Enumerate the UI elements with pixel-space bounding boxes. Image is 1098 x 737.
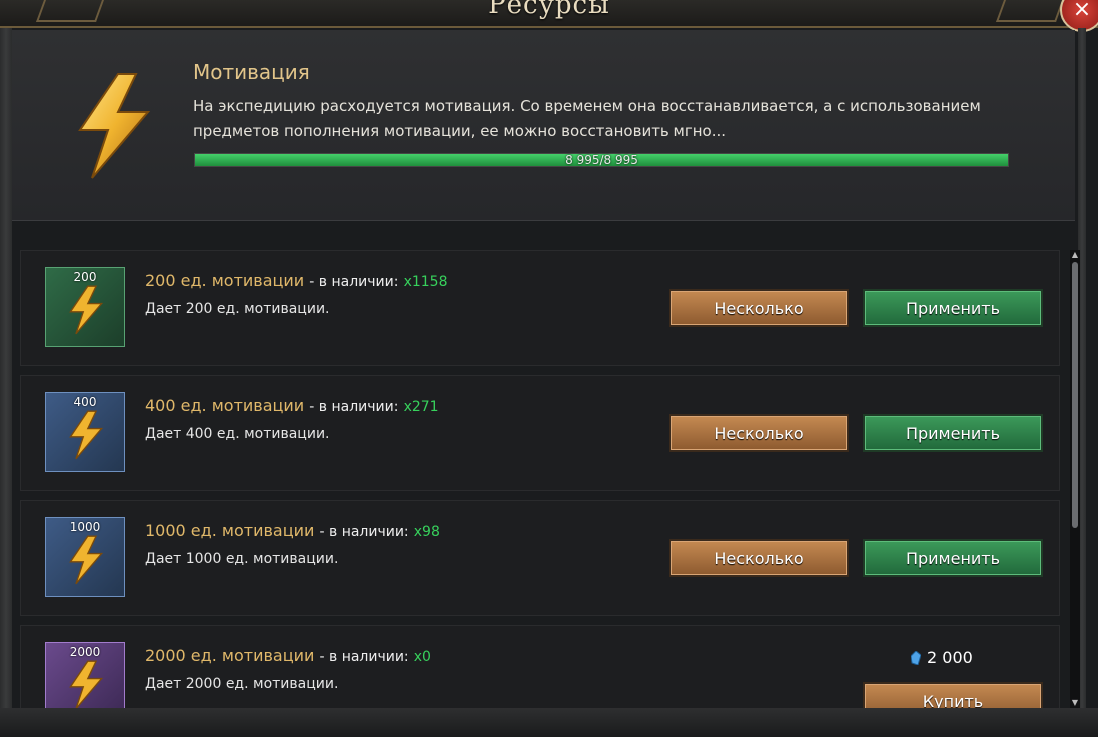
- available-label: - в наличии:: [309, 399, 399, 415]
- available-label: - в наличии:: [319, 649, 409, 665]
- item-name: 400 ед. мотивации: [145, 396, 305, 415]
- item-icon: 400: [45, 392, 125, 472]
- item-name: 2000 ед. мотивации: [145, 646, 315, 665]
- frame-left: [0, 28, 12, 737]
- list-item: 200 200 ед. мотивации - в наличии: x1158…: [20, 250, 1060, 366]
- apply-button[interactable]: Применить: [863, 414, 1043, 452]
- item-count: x1158: [403, 274, 448, 290]
- gem-icon: [911, 651, 921, 665]
- available-label: - в наличии:: [309, 274, 399, 290]
- price-value: 2 000: [927, 648, 973, 667]
- multiple-button[interactable]: Несколько: [669, 289, 849, 327]
- scroll-up-icon[interactable]: ▲: [1070, 250, 1080, 260]
- lightning-bolt-icon: [69, 535, 104, 585]
- apply-button[interactable]: Применить: [863, 289, 1043, 327]
- list-item: 2000 2000 ед. мотивации - в наличии: x0 …: [20, 625, 1060, 708]
- item-description: Дает 400 ед. мотивации.: [145, 426, 330, 442]
- item-description: Дает 2000 ед. мотивации.: [145, 676, 339, 692]
- list-item: 1000 1000 ед. мотивации - в наличии: x98…: [20, 500, 1060, 616]
- list-scrollbar[interactable]: ▲ ▼: [1070, 250, 1080, 708]
- item-name: 1000 ед. мотивации: [145, 521, 315, 540]
- multiple-button[interactable]: Несколько: [669, 414, 849, 452]
- lightning-bolt-icon: [69, 410, 104, 460]
- item-icon: 200: [45, 267, 125, 347]
- multiple-button[interactable]: Несколько: [669, 539, 849, 577]
- scroll-down-icon[interactable]: ▼: [1070, 698, 1080, 708]
- item-title: 2000 ед. мотивации - в наличии: x0: [145, 646, 431, 665]
- item-description: Дает 200 ед. мотивации.: [145, 301, 330, 317]
- window-titlebar: Ресурсы ×: [0, 0, 1098, 32]
- item-title: 1000 ед. мотивации - в наличии: x98: [145, 521, 440, 540]
- price-label: 2 000: [911, 648, 973, 667]
- item-description: Дает 1000 ед. мотивации.: [145, 551, 339, 567]
- list-item: 400 400 ед. мотивации - в наличии: x271 …: [20, 375, 1060, 491]
- item-count: x98: [413, 524, 440, 540]
- lightning-bolt-icon: [78, 73, 151, 179]
- lightning-bolt-icon: [69, 285, 104, 335]
- item-title: 200 ед. мотивации - в наличии: x1158: [145, 271, 447, 290]
- item-list: 200 200 ед. мотивации - в наличии: x1158…: [20, 250, 1060, 708]
- resource-title: Мотивация: [193, 60, 310, 84]
- available-label: - в наличии:: [319, 524, 409, 540]
- item-icon: 1000: [45, 517, 125, 597]
- item-count: x0: [413, 649, 431, 665]
- buy-button[interactable]: Купить: [863, 682, 1043, 708]
- item-name: 200 ед. мотивации: [145, 271, 305, 290]
- window-title: Ресурсы: [488, 0, 610, 20]
- item-count: x271: [403, 399, 439, 415]
- item-icon: 2000: [45, 642, 125, 708]
- close-icon[interactable]: ×: [1073, 0, 1091, 22]
- ornament-right: [995, 0, 1065, 22]
- apply-button[interactable]: Применить: [863, 539, 1043, 577]
- progress-text: 8 995/8 995: [565, 153, 638, 167]
- scroll-thumb[interactable]: [1072, 262, 1078, 528]
- item-title: 400 ед. мотивации - в наличии: x271: [145, 396, 439, 415]
- bottom-frame: [0, 708, 1098, 737]
- resource-description: На экспедицию расходуется мотивация. Со …: [193, 97, 981, 140]
- lightning-bolt-icon: [69, 660, 104, 708]
- motivation-progress-bar: 8 995/8 995: [194, 153, 1009, 167]
